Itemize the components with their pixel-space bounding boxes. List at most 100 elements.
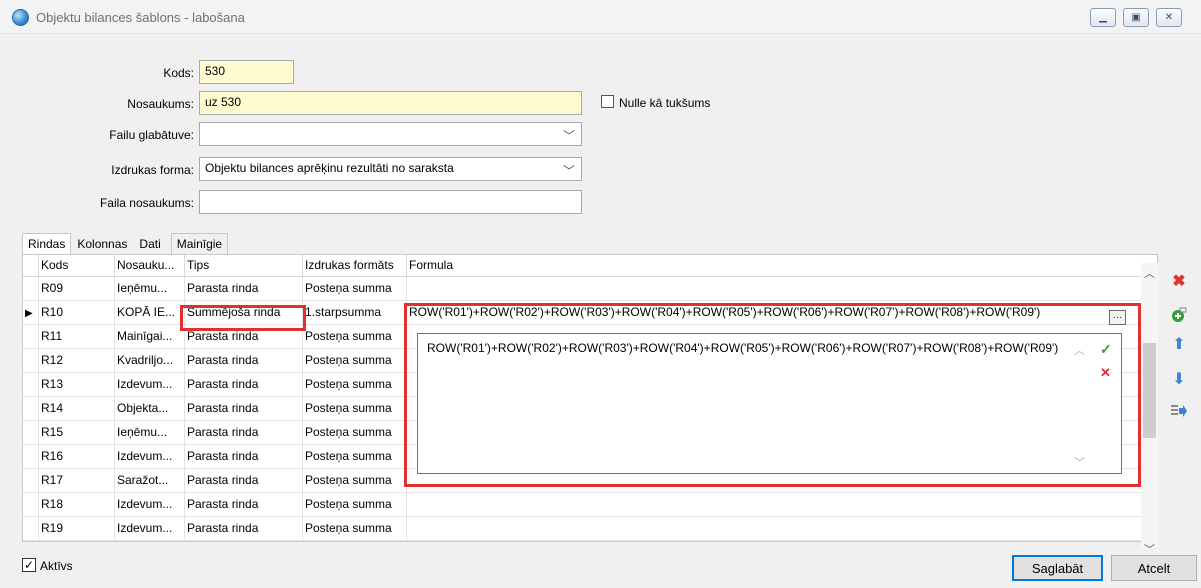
cell-tips[interactable]: Parasta rinda: [185, 349, 303, 372]
minimize-button[interactable]: ▁: [1090, 8, 1116, 27]
column-header-tips[interactable]: Tips: [185, 255, 303, 276]
cell-kods[interactable]: R19: [39, 517, 115, 540]
confirm-check-icon[interactable]: ✓: [1100, 341, 1112, 358]
cell-nosaukums[interactable]: KOPĀ IE...: [115, 301, 185, 324]
cell-tips[interactable]: Parasta rinda: [185, 493, 303, 516]
cell-izdrukas-formats[interactable]: Posteņa summa: [303, 397, 407, 420]
cell-nosaukums[interactable]: Saražot...: [115, 469, 185, 492]
column-header-kods[interactable]: Kods: [39, 255, 115, 276]
tab-mainigie[interactable]: Mainīgie: [170, 233, 229, 255]
nosaukums-input[interactable]: uz 530: [199, 91, 582, 115]
grid-scrollbar[interactable]: ︿ ﹀: [1141, 263, 1158, 559]
chevron-down-icon: ﹀: [562, 164, 575, 178]
maximize-icon: ▣: [1131, 12, 1141, 23]
row-indicator[interactable]: [23, 277, 39, 300]
cell-izdrukas-formats[interactable]: Posteņa summa: [303, 469, 407, 492]
row-indicator[interactable]: [23, 373, 39, 396]
row-indicator[interactable]: [23, 397, 39, 420]
cell-nosaukums[interactable]: Ieņēmu...: [115, 421, 185, 444]
save-button[interactable]: Saglabāt: [1012, 555, 1103, 581]
row-indicator[interactable]: [23, 445, 39, 468]
scroll-thumb[interactable]: [1143, 343, 1156, 438]
cell-kods[interactable]: R10: [39, 301, 115, 324]
column-header-formula[interactable]: Formula: [407, 255, 1137, 276]
editor-scroll-up-icon[interactable]: ︿: [1074, 342, 1085, 358]
move-up-icon[interactable]: ⬆: [1168, 333, 1190, 355]
failu-glabatuve-select[interactable]: ﹀: [199, 122, 582, 146]
row-indicator[interactable]: [23, 325, 39, 348]
cell-formula[interactable]: [407, 517, 1137, 540]
cell-izdrukas-formats[interactable]: Posteņa summa: [303, 349, 407, 372]
cell-nosaukums[interactable]: Ieņēmu...: [115, 277, 185, 300]
cell-kods[interactable]: R14: [39, 397, 115, 420]
cell-tips[interactable]: Parasta rinda: [185, 445, 303, 468]
kods-input[interactable]: 530: [199, 60, 294, 84]
cell-izdrukas-formats[interactable]: Posteņa summa: [303, 517, 407, 540]
app-icon: [12, 9, 29, 26]
faila-nosaukums-input[interactable]: [199, 190, 582, 214]
editor-scroll-down-icon[interactable]: ﹀: [1074, 454, 1085, 470]
cell-nosaukums[interactable]: Izdevum...: [115, 445, 185, 468]
cell-kods[interactable]: R12: [39, 349, 115, 372]
cell-izdrukas-formats[interactable]: Posteņa summa: [303, 325, 407, 348]
row-indicator[interactable]: [23, 349, 39, 372]
row-indicator[interactable]: [23, 493, 39, 516]
cancel-button[interactable]: Atcelt: [1111, 555, 1197, 581]
nulle-checkbox[interactable]: [601, 95, 614, 108]
column-header-izdrukas-formats[interactable]: Izdrukas formāts: [303, 255, 407, 276]
tab-strip: Rindas Kolonnas Dati Mainīgie: [22, 233, 229, 255]
formula-ellipsis-button[interactable]: ···: [1109, 310, 1126, 325]
cell-izdrukas-formats[interactable]: Posteņa summa: [303, 373, 407, 396]
cell-nosaukums[interactable]: Izdevum...: [115, 517, 185, 540]
cell-kods[interactable]: R15: [39, 421, 115, 444]
formula-editor-text[interactable]: ROW('R01')+ROW('R02')+ROW('R03')+ROW('R0…: [427, 341, 1067, 356]
cell-kods[interactable]: R13: [39, 373, 115, 396]
tab-kolonnas[interactable]: Kolonnas: [71, 233, 133, 255]
close-icon: ✕: [1164, 12, 1174, 23]
cell-formula[interactable]: [407, 493, 1137, 516]
cell-tips[interactable]: Parasta rinda: [185, 397, 303, 420]
cancel-x-icon[interactable]: ✕: [1100, 365, 1111, 381]
row-indicator[interactable]: [23, 421, 39, 444]
row-indicator[interactable]: ▶: [23, 301, 39, 324]
maximize-button[interactable]: ▣: [1123, 8, 1149, 27]
table-row[interactable]: R19 Izdevum... Parasta rinda Posteņa summa: [23, 517, 1157, 541]
column-header-nosaukums[interactable]: Nosauku...: [115, 255, 185, 276]
cell-nosaukums[interactable]: Izdevum...: [115, 493, 185, 516]
aktivs-checkbox[interactable]: ✓: [22, 558, 36, 572]
cell-nosaukums[interactable]: Objekta...: [115, 397, 185, 420]
close-button[interactable]: ✕: [1156, 8, 1182, 27]
cell-izdrukas-formats[interactable]: Posteņa summa: [303, 445, 407, 468]
cell-nosaukums[interactable]: Izdevum...: [115, 373, 185, 396]
cell-kods[interactable]: R09: [39, 277, 115, 300]
cell-tips[interactable]: Parasta rinda: [185, 277, 303, 300]
row-indicator[interactable]: [23, 517, 39, 540]
insert-row-icon[interactable]: [1168, 400, 1190, 422]
table-row[interactable]: R18 Izdevum... Parasta rinda Posteņa summa: [23, 493, 1157, 517]
cell-izdrukas-formats[interactable]: Posteņa summa: [303, 277, 407, 300]
nulle-label: Nulle kā tukšums: [619, 96, 711, 110]
cell-tips[interactable]: Parasta rinda: [185, 421, 303, 444]
cell-tips[interactable]: Parasta rinda: [185, 469, 303, 492]
izdrukas-forma-select[interactable]: Objektu bilances aprēķinu rezultāti no s…: [199, 157, 582, 181]
cell-nosaukums[interactable]: Kvadriljo...: [115, 349, 185, 372]
row-indicator[interactable]: [23, 469, 39, 492]
tab-dati[interactable]: Dati: [133, 233, 166, 255]
table-row[interactable]: R09 Ieņēmu... Parasta rinda Posteņa summa: [23, 277, 1157, 301]
cell-izdrukas-formats[interactable]: Posteņa summa: [303, 421, 407, 444]
scroll-up-icon[interactable]: ︿: [1144, 265, 1155, 281]
delete-row-icon[interactable]: ✖: [1168, 270, 1190, 292]
cell-formula[interactable]: [407, 277, 1137, 300]
cell-tips[interactable]: Parasta rinda: [185, 373, 303, 396]
cell-izdrukas-formats[interactable]: Posteņa summa: [303, 493, 407, 516]
add-row-icon[interactable]: [1168, 304, 1190, 326]
cell-nosaukums[interactable]: Mainīgai...: [115, 325, 185, 348]
cell-kods[interactable]: R18: [39, 493, 115, 516]
tab-rindas[interactable]: Rindas: [22, 233, 72, 255]
cell-kods[interactable]: R16: [39, 445, 115, 468]
cell-kods[interactable]: R11: [39, 325, 115, 348]
cell-kods[interactable]: R17: [39, 469, 115, 492]
cell-izdrukas-formats[interactable]: 1.starpsumma: [303, 301, 407, 324]
cell-tips[interactable]: Parasta rinda: [185, 517, 303, 540]
move-down-icon[interactable]: ⬇: [1168, 368, 1190, 390]
